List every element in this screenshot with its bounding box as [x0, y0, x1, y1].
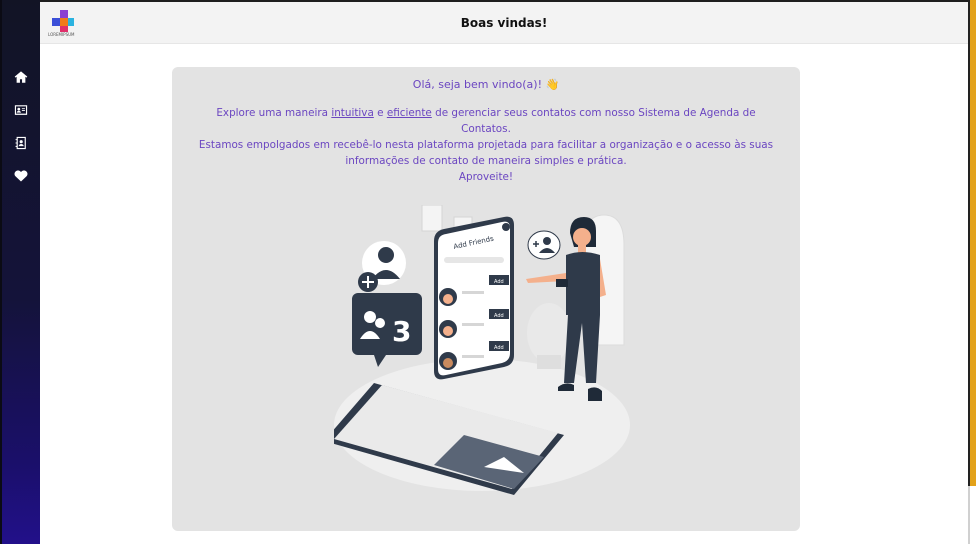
plant-pot — [537, 355, 561, 369]
welcome-line-1: Explore uma maneira intuitiva e eficient… — [172, 105, 800, 121]
add-friends-illustration: 3 Add Friends Add Add Add — [334, 205, 630, 495]
badge-count: 3 — [392, 315, 411, 348]
welcome-line-2: Contatos. — [461, 123, 511, 135]
sidebar-nav — [10, 66, 32, 187]
heart-icon — [14, 170, 28, 182]
welcome-line-5: Aproveite! — [458, 171, 514, 183]
user-add-bubble — [527, 230, 561, 260]
sidebar-item-contacts-card[interactable] — [10, 99, 32, 121]
add-friend-button-1[interactable]: Add — [494, 279, 504, 285]
sidebar-item-address-book[interactable] — [10, 132, 32, 154]
picture-frame-1 — [421, 205, 443, 232]
add-friends-phone: Add Friends Add Add Add — [434, 216, 514, 380]
app-logo-text: LOREMIPSUM — [48, 32, 75, 37]
add-friend-button-2[interactable]: Add — [494, 313, 504, 319]
welcome-line-4: informações de contato de maneira simple… — [345, 155, 627, 167]
welcome-card: Olá, seja bem vindo(a)! 👋 Explore uma ma… — [172, 67, 800, 531]
intuitive-word: intuitiva — [331, 107, 374, 119]
welcome-text: de gerenciar seus contatos com nosso Sis… — [431, 107, 756, 119]
sidebar — [0, 0, 40, 544]
friends-count-badge: 3 — [352, 293, 422, 367]
page-header: LOREMIPSUM Boas vindas! — [40, 2, 968, 44]
sidebar-item-home[interactable] — [10, 66, 32, 88]
welcome-line-3: Estamos empolgados em recebê-lo nesta pl… — [198, 139, 774, 151]
welcome-greeting: Olá, seja bem vindo(a)! 👋 — [412, 78, 560, 91]
welcome-message: Explore uma maneira intuitiva e eficient… — [172, 105, 800, 185]
window-right-edge — [968, 0, 976, 486]
settings-gear-icon — [502, 223, 510, 231]
address-book-icon — [15, 136, 26, 150]
plant-shape — [527, 303, 571, 363]
home-icon — [14, 71, 28, 83]
contact-card-icon — [14, 105, 28, 115]
sidebar-item-favorites[interactable] — [10, 165, 32, 187]
window-right-edge-bottom — [968, 486, 976, 544]
add-friend-button-3[interactable]: Add — [494, 345, 504, 351]
welcome-text: e — [373, 107, 387, 119]
page-title: Boas vindas! — [460, 15, 548, 30]
welcome-text: Explore uma maneira — [216, 107, 332, 119]
efficient-word: eficiente — [386, 107, 432, 119]
avatar-head — [378, 247, 394, 263]
